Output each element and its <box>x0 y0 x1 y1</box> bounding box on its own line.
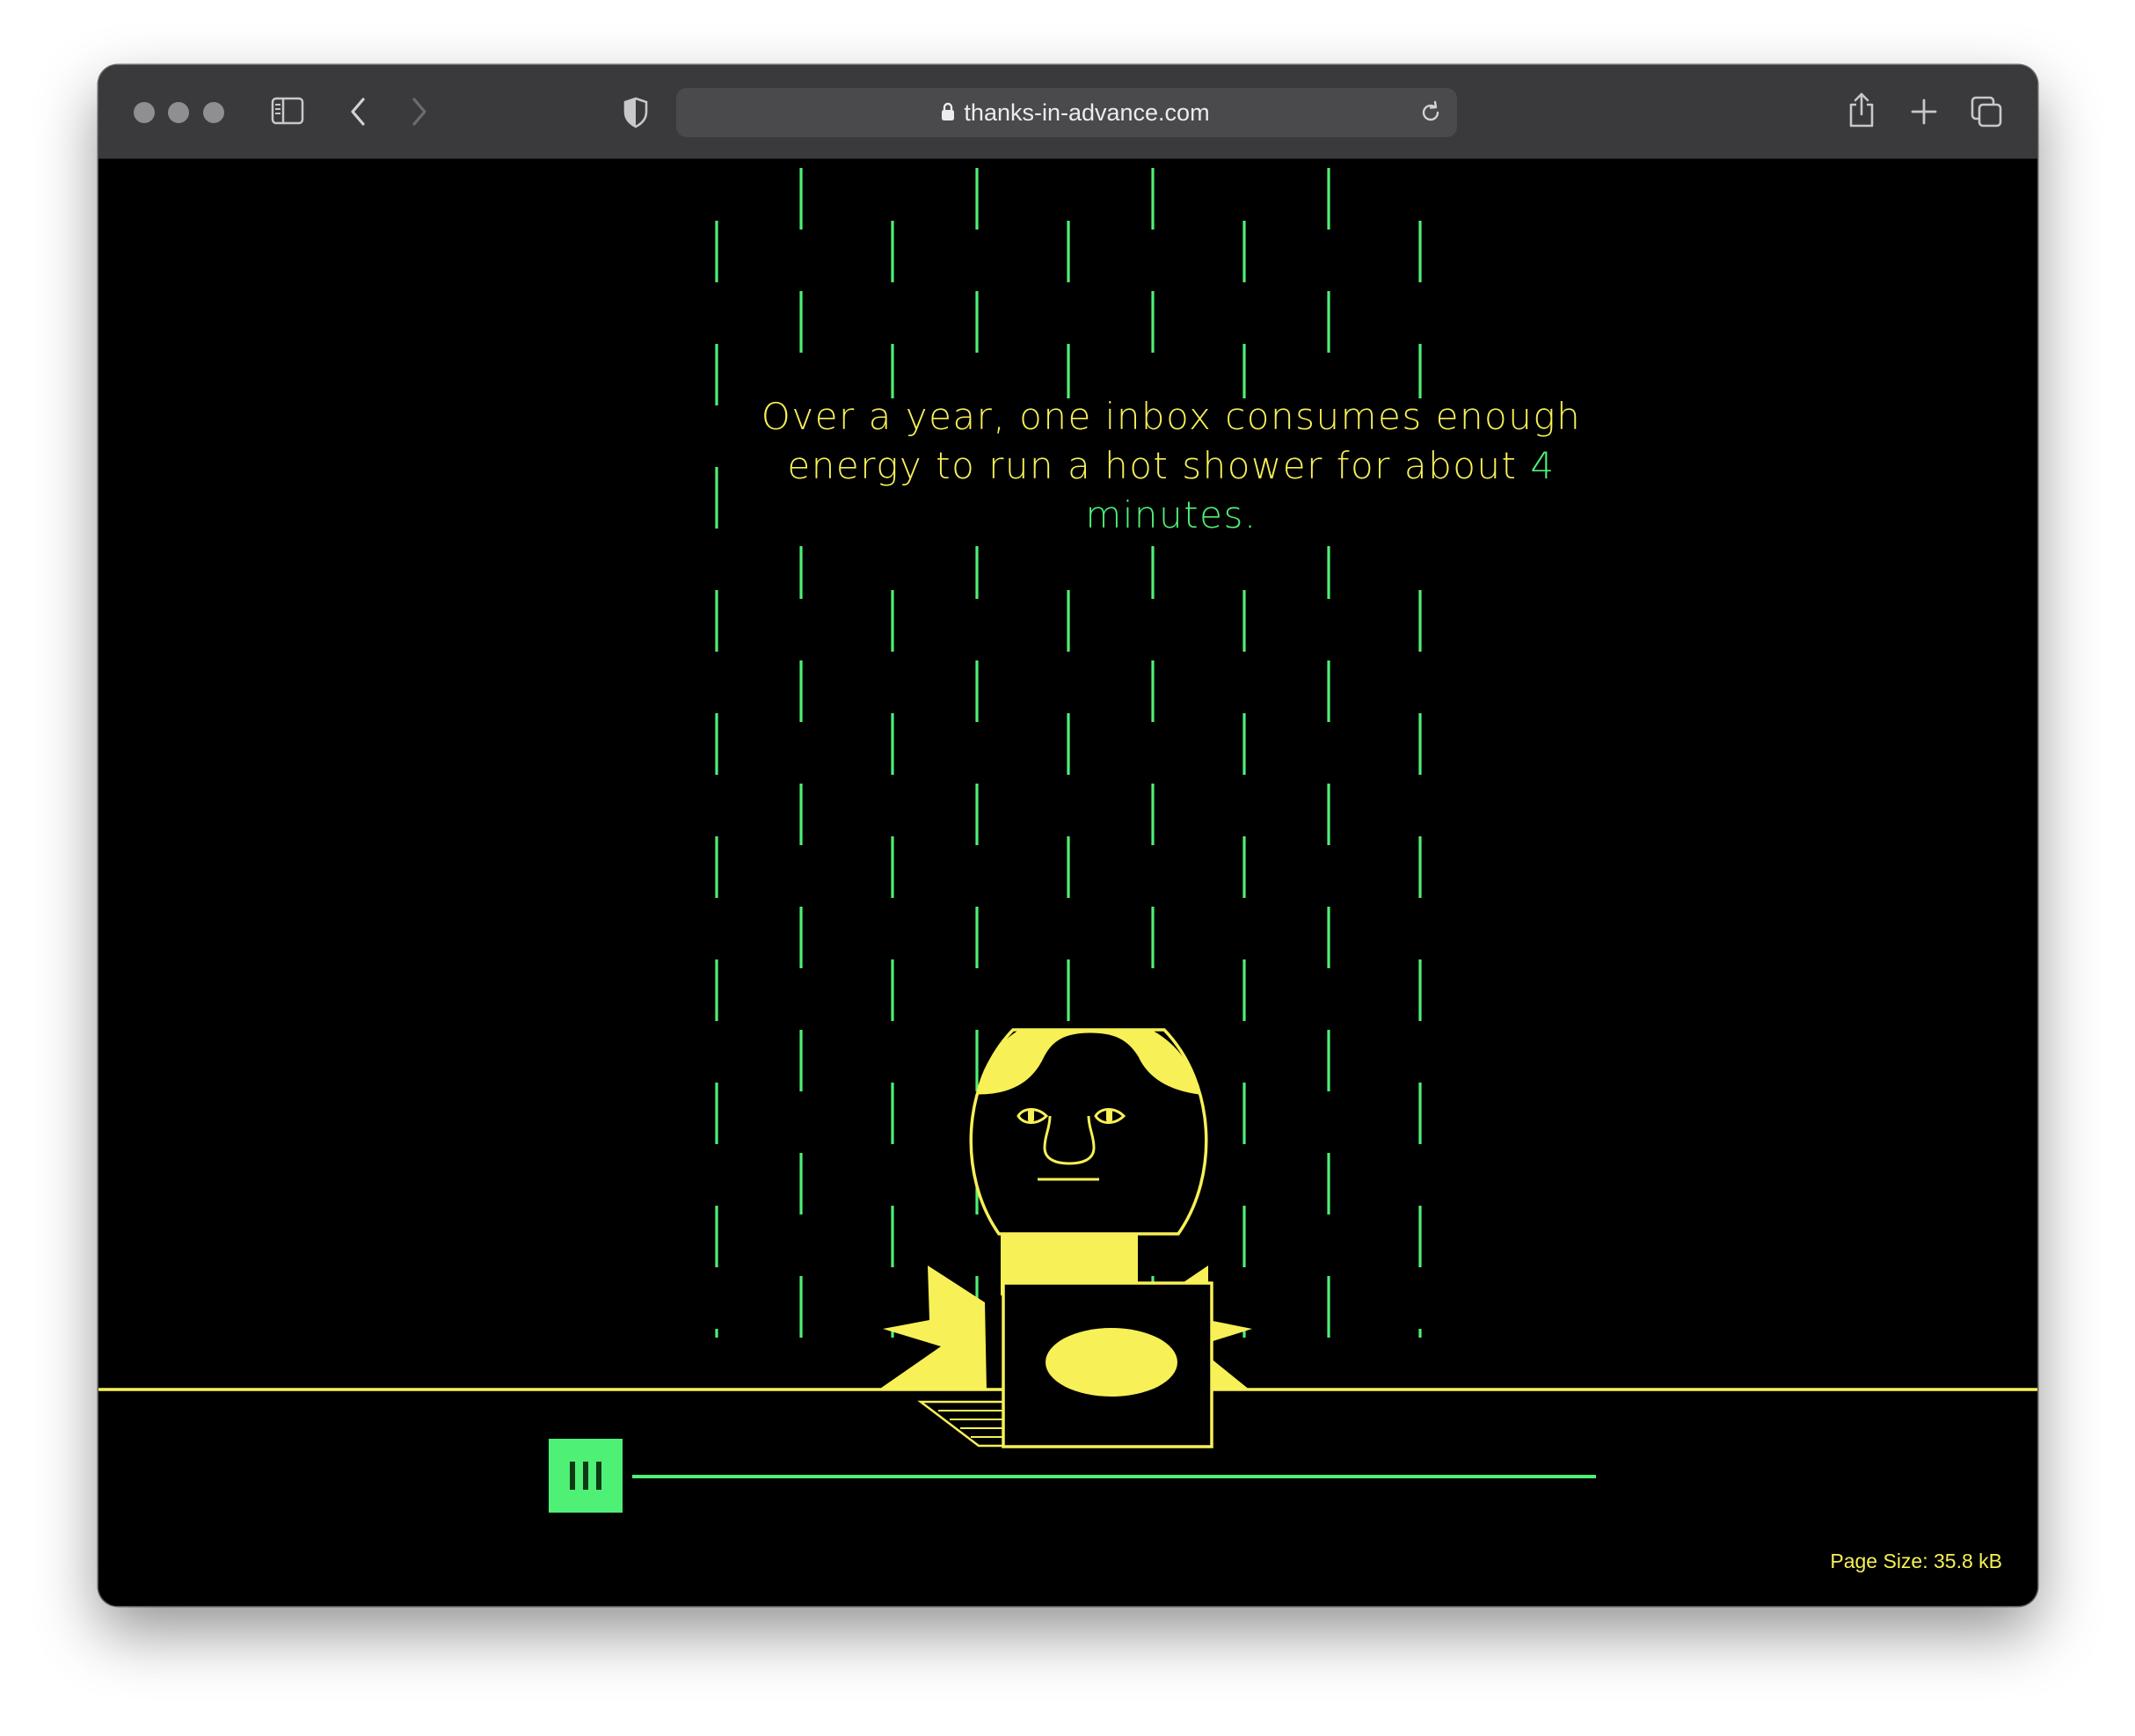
pause-button[interactable] <box>549 1439 623 1513</box>
page-content: Over a year, one inbox consumes enough e… <box>98 159 2037 1606</box>
pause-bar-3 <box>596 1462 601 1490</box>
address-bar[interactable]: thanks-in-advance.com <box>676 88 1457 137</box>
reload-icon[interactable] <box>1418 100 1443 125</box>
sidebar-icon[interactable] <box>271 97 304 125</box>
minimize-window-icon[interactable] <box>168 102 189 123</box>
splash-left <box>878 1266 987 1390</box>
close-window-icon[interactable] <box>134 102 155 123</box>
page-size-label: Page Size: 35.8 kB <box>1830 1550 2002 1572</box>
energy-fact-headline: Over a year, one inbox consumes enough e… <box>732 392 1611 540</box>
tab-overview-icon[interactable] <box>1970 95 2003 128</box>
head <box>969 1028 1208 1236</box>
browser-window: thanks-in-advance.com Over a year, one i… <box>98 65 2037 1606</box>
laptop-screen <box>1002 1281 1213 1448</box>
pause-bars-icon <box>570 1462 575 1490</box>
headline-text: Over a year, one inbox consumes enough e… <box>761 395 1582 487</box>
shower-illustration <box>98 159 2037 1448</box>
lock-icon <box>942 102 955 120</box>
url-text: thanks-in-advance.com <box>964 99 1210 126</box>
animation-progress-track[interactable] <box>632 1475 1596 1478</box>
url-display[interactable]: thanks-in-advance.com <box>676 88 1457 137</box>
zoom-window-icon[interactable] <box>203 102 224 123</box>
pause-bar-2 <box>583 1462 588 1490</box>
new-tab-icon[interactable] <box>1910 98 1938 126</box>
shield-icon[interactable] <box>623 97 649 128</box>
browser-toolbar: thanks-in-advance.com <box>98 65 2037 159</box>
back-icon[interactable] <box>348 97 368 127</box>
forward-icon[interactable] <box>410 97 429 127</box>
share-icon[interactable] <box>1847 91 1876 128</box>
